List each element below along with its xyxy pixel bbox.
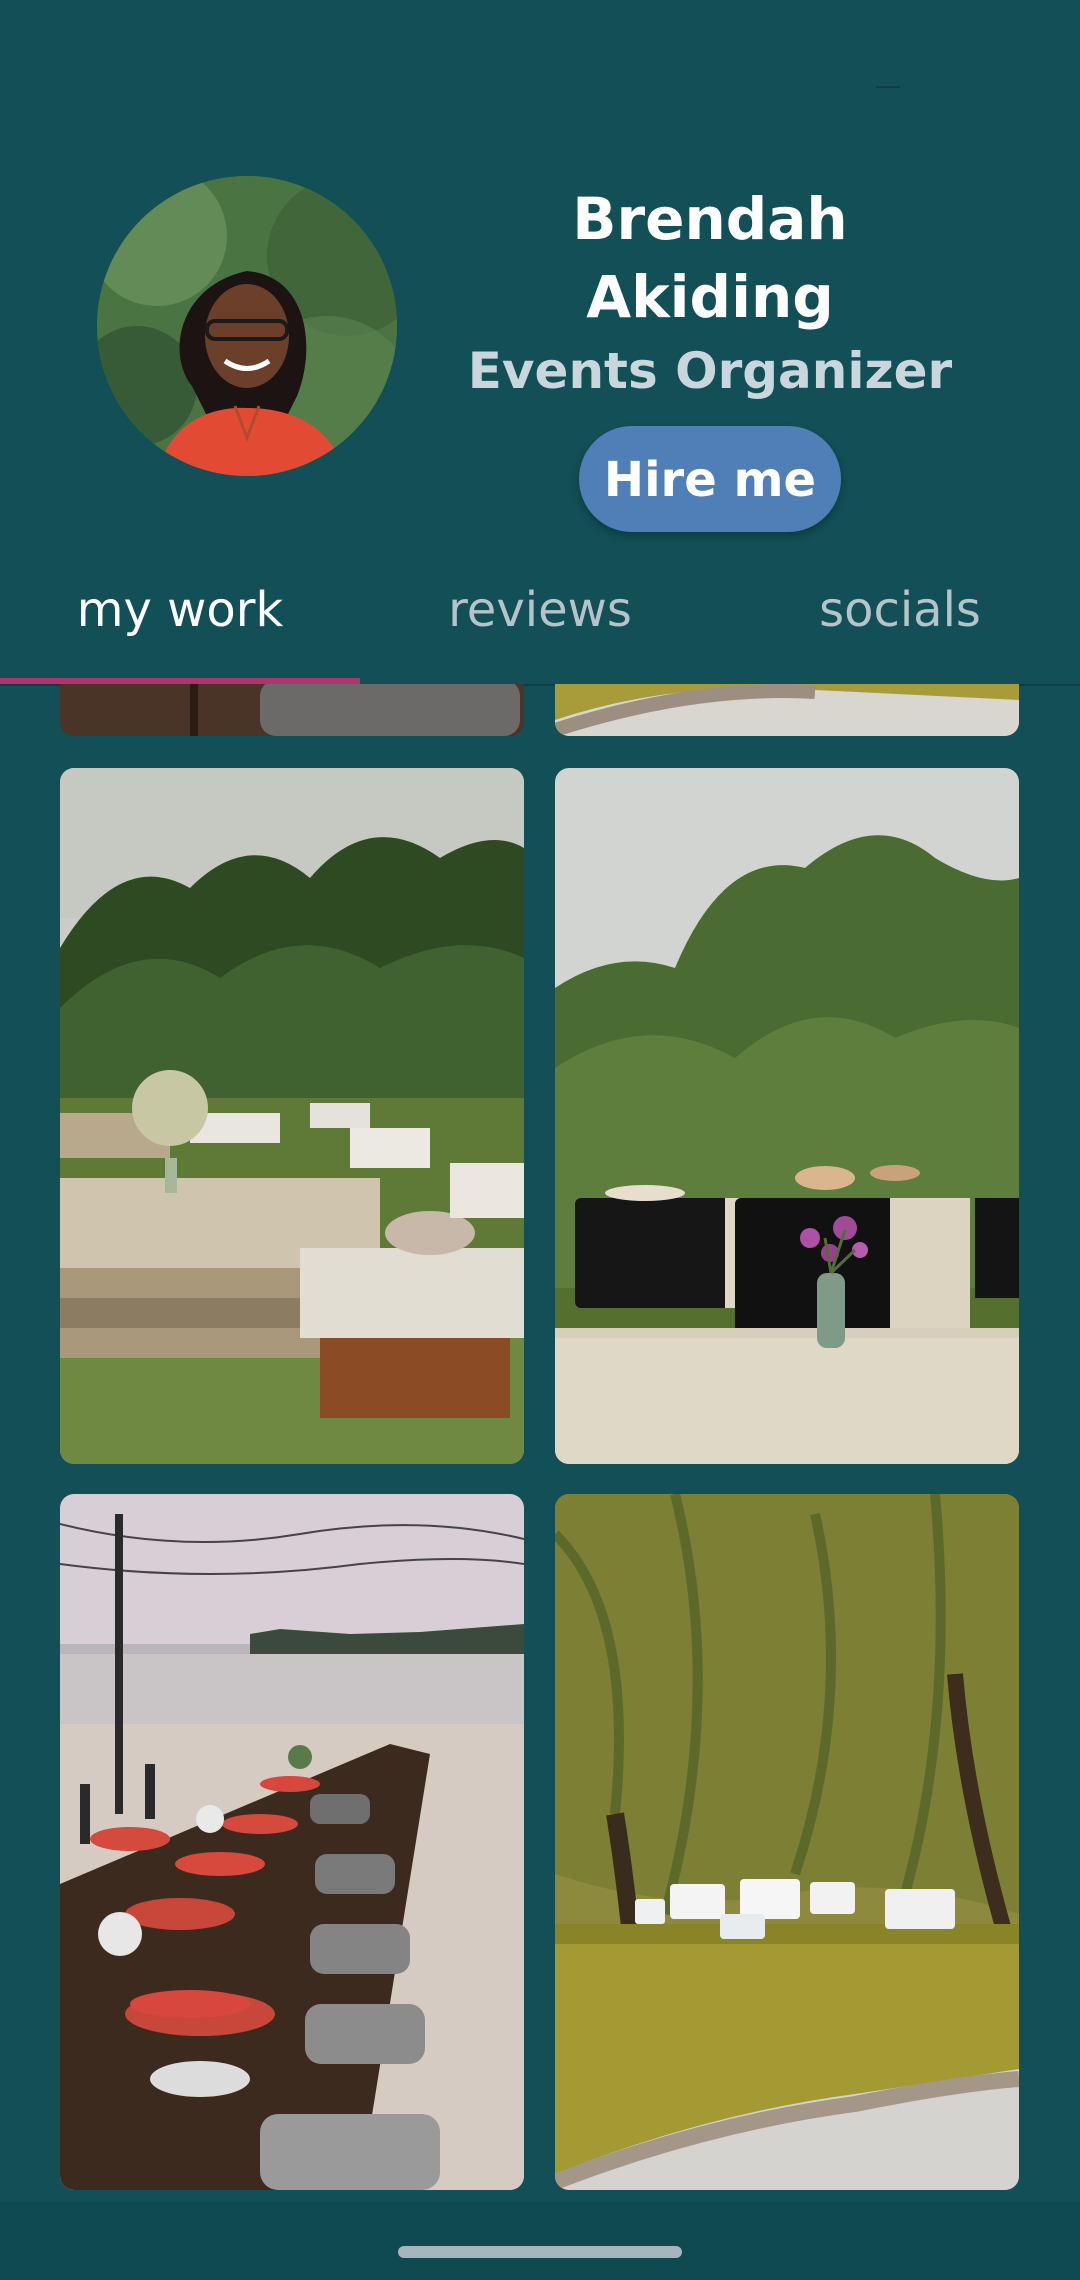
photo-willow-lawn-tables[interactable]: [555, 1494, 1019, 2190]
avatar[interactable]: [97, 176, 397, 476]
photo-garden-lawn-partial[interactable]: [555, 684, 1019, 736]
profile-header: Brendah Akiding Events Organizer Hire me: [0, 0, 1080, 570]
status-indicator: [876, 86, 900, 88]
tab-reviews[interactable]: reviews: [360, 560, 720, 684]
home-gesture-handle[interactable]: [398, 2246, 682, 2258]
photo-long-dining-table-partial[interactable]: [60, 684, 524, 736]
profile-name: Brendah Akiding: [572, 185, 848, 331]
hire-me-button[interactable]: Hire me: [579, 426, 841, 532]
tab-bar: my work reviews socials: [0, 560, 1080, 686]
system-navigation-bar: [0, 2202, 1080, 2280]
tab-my-work[interactable]: my work: [0, 560, 360, 684]
profile-role: Events Organizer: [467, 342, 953, 400]
profile-info: Brendah Akiding Events Organizer Hire me: [440, 180, 980, 532]
photo-buffet-tables-flowers[interactable]: [555, 768, 1019, 1464]
photo-beach-dinner-table[interactable]: [60, 1494, 524, 2190]
avatar-image: [97, 176, 397, 476]
tab-socials[interactable]: socials: [720, 560, 1080, 684]
work-gallery: [0, 684, 1080, 2204]
photo-pallet-lounge-garden[interactable]: [60, 768, 524, 1464]
